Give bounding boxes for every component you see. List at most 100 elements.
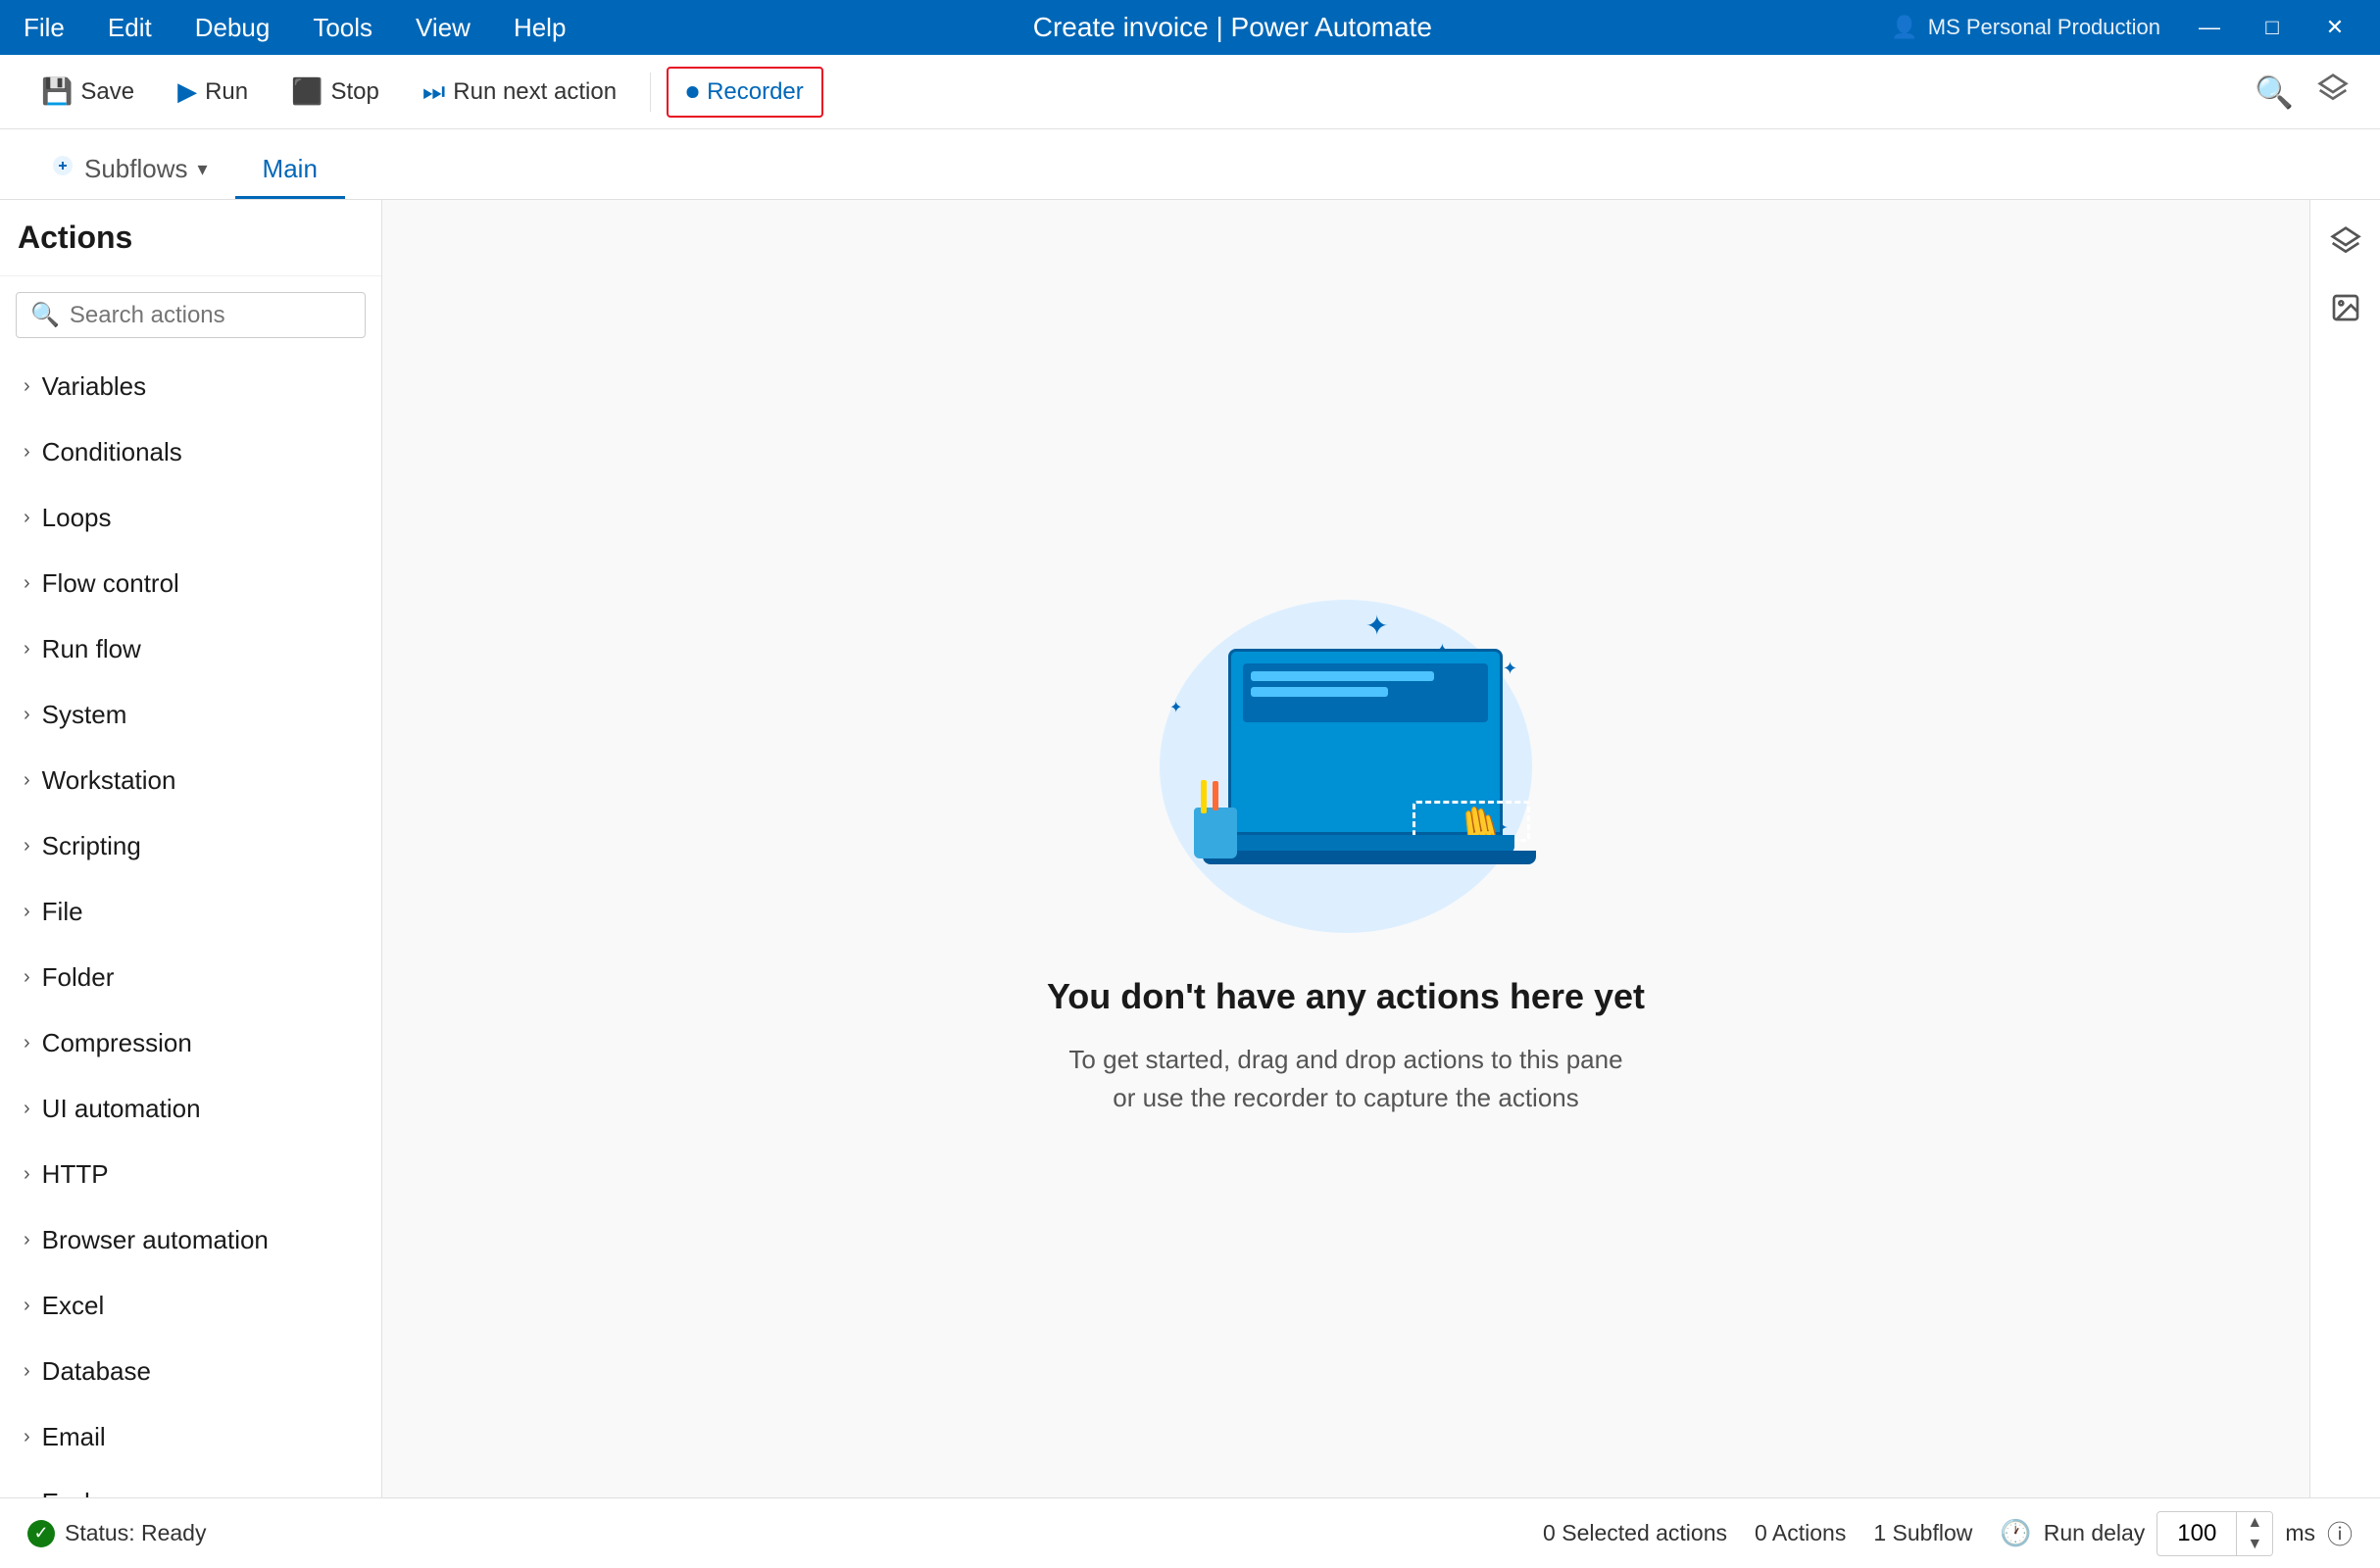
sidebar-item-workstation[interactable]: › Workstation: [0, 748, 381, 813]
spin-down-button[interactable]: ▼: [2237, 1534, 2272, 1555]
sidebar: Actions 🔍 ›Variables›Conditionals›Loops›…: [0, 200, 382, 1497]
run-button[interactable]: ▶ Run: [160, 69, 266, 115]
action-label: Flow control: [42, 568, 179, 599]
pencil2: [1213, 781, 1218, 810]
tab-main[interactable]: Main: [235, 142, 345, 199]
user-icon: 👤: [1891, 15, 1917, 40]
menu-tools[interactable]: Tools: [305, 9, 380, 47]
search-input[interactable]: [70, 302, 351, 329]
titlebar: File Edit Debug Tools View Help Create i…: [0, 0, 2380, 55]
search-icon[interactable]: 🔍: [2247, 66, 2302, 119]
recorder-button[interactable]: ⏺ Recorder: [667, 67, 823, 118]
screen-bar2: [1251, 687, 1388, 697]
sparkle5: ✦: [1503, 659, 1517, 679]
actions-count: 0 Actions: [1755, 1520, 1846, 1546]
action-label: Loops: [42, 503, 112, 533]
search-box[interactable]: 🔍: [16, 292, 366, 338]
chevron-icon: ›: [24, 704, 30, 726]
layers-icon[interactable]: [2309, 65, 2356, 120]
menu-help[interactable]: Help: [506, 9, 573, 47]
status-indicator: ✓ Status: Ready: [27, 1520, 206, 1547]
selected-actions-count: 0 Selected actions: [1543, 1520, 1727, 1546]
delay-input[interactable]: [2157, 1514, 2236, 1553]
action-label: Browser automation: [42, 1225, 269, 1255]
window-controls: — □ ✕: [2180, 8, 2364, 47]
tab-subflows[interactable]: Subflows ▾: [24, 142, 235, 199]
sparkle1: ✦: [1365, 610, 1388, 642]
status-text: Status: Ready: [65, 1520, 206, 1546]
chevron-icon: ›: [24, 1163, 30, 1186]
action-label: Workstation: [42, 765, 176, 796]
save-button[interactable]: 💾 Save: [24, 69, 152, 115]
subflows-arrow: ▾: [198, 157, 208, 181]
sidebar-item-compression[interactable]: ›Compression: [0, 1010, 381, 1076]
sidebar-item-scripting[interactable]: ›Scripting: [0, 813, 381, 879]
action-label: Database: [42, 1356, 151, 1387]
chevron-icon: ›: [24, 769, 30, 792]
close-button[interactable]: ✕: [2306, 8, 2364, 47]
chevron-icon: ›: [24, 966, 30, 989]
menu-debug[interactable]: Debug: [187, 9, 278, 47]
action-label: Variables: [42, 371, 146, 402]
status-dot: ✓: [27, 1520, 55, 1547]
sidebar-item-database[interactable]: › Database: [0, 1339, 381, 1404]
subflow-count: 1 Subflow: [1873, 1520, 1972, 1546]
illustration: ✦ ✦ ✦ ✦ ✦ 🤚: [1111, 580, 1581, 953]
minimize-button[interactable]: —: [2180, 8, 2239, 47]
sidebar-item-exchange[interactable]: ›Exchange: [0, 1470, 381, 1497]
action-label: Scripting: [42, 831, 141, 861]
action-label: HTTP: [42, 1159, 109, 1190]
chevron-icon: ›: [24, 572, 30, 595]
menu-view[interactable]: View: [408, 9, 478, 47]
screen-inner: [1243, 663, 1488, 722]
maximize-button[interactable]: □: [2243, 8, 2302, 47]
sidebar-item-email[interactable]: ›Email: [0, 1404, 381, 1470]
sidebar-item-ui-automation[interactable]: ›UI automation: [0, 1076, 381, 1142]
action-label: Excel: [42, 1291, 105, 1321]
stop-button[interactable]: ⬛ Stop: [273, 69, 397, 115]
sidebar-item-variables[interactable]: ›Variables: [0, 354, 381, 419]
sidebar-item-flow-control[interactable]: › Flow control: [0, 551, 381, 616]
info-icon[interactable]: ⓘ: [2327, 1515, 2353, 1551]
toolbar: 💾 Save ▶ Run ⬛ Stop ⏭ Run next action ⏺ …: [0, 55, 2380, 129]
window-title: Create invoice | Power Automate: [573, 12, 1891, 43]
chevron-icon: ›: [24, 1360, 30, 1383]
delay-input-wrap: ▲ ▼: [2157, 1511, 2273, 1556]
layers-panel-icon[interactable]: [2320, 216, 2371, 267]
run-next-icon: ⏭: [422, 76, 445, 108]
clock-icon: 🕐: [2000, 1518, 2031, 1548]
laptop-screen: 🤚: [1228, 649, 1503, 835]
run-delay-label: Run delay: [2044, 1520, 2146, 1546]
user-name: MS Personal Production: [1928, 15, 2160, 40]
sidebar-item-file[interactable]: › File: [0, 879, 381, 945]
action-label: File: [42, 897, 83, 927]
menu-file[interactable]: File: [16, 9, 73, 47]
empty-subtitle: To get started, drag and drop actions to…: [1068, 1041, 1622, 1117]
search-icon: 🔍: [30, 301, 60, 329]
run-next-label: Run next action: [453, 78, 617, 106]
spin-up-button[interactable]: ▲: [2237, 1512, 2272, 1534]
image-panel-icon[interactable]: [2320, 282, 2371, 333]
chevron-icon: ›: [24, 1492, 30, 1497]
sidebar-item-system[interactable]: ›System: [0, 682, 381, 748]
run-next-button[interactable]: ⏭ Run next action: [405, 69, 634, 116]
chevron-icon: ›: [24, 1098, 30, 1120]
sidebar-item-http[interactable]: › HTTP: [0, 1142, 381, 1207]
chevron-icon: ›: [24, 901, 30, 923]
sidebar-item-browser-automation[interactable]: ›Browser automation: [0, 1207, 381, 1273]
menu-edit[interactable]: Edit: [100, 9, 160, 47]
stop-icon: ⬛: [291, 76, 322, 107]
sidebar-item-loops[interactable]: ›Loops: [0, 485, 381, 551]
delay-spinners: ▲ ▼: [2236, 1512, 2272, 1555]
screen-bar1: [1251, 671, 1434, 681]
main-layout: Actions 🔍 ›Variables›Conditionals›Loops›…: [0, 200, 2380, 1497]
sidebar-item-folder[interactable]: ›Folder: [0, 945, 381, 1010]
chevron-icon: ›: [24, 1295, 30, 1317]
sidebar-item-conditionals[interactable]: ›Conditionals: [0, 419, 381, 485]
sidebar-item-excel[interactable]: › Excel: [0, 1273, 381, 1339]
run-icon: ▶: [177, 76, 197, 107]
sidebar-item-run-flow[interactable]: ›Run flow: [0, 616, 381, 682]
action-label: Conditionals: [42, 437, 182, 467]
statusbar: ✓ Status: Ready 0 Selected actions 0 Act…: [0, 1497, 2380, 1568]
content-area: ✦ ✦ ✦ ✦ ✦ 🤚: [382, 200, 2309, 1497]
